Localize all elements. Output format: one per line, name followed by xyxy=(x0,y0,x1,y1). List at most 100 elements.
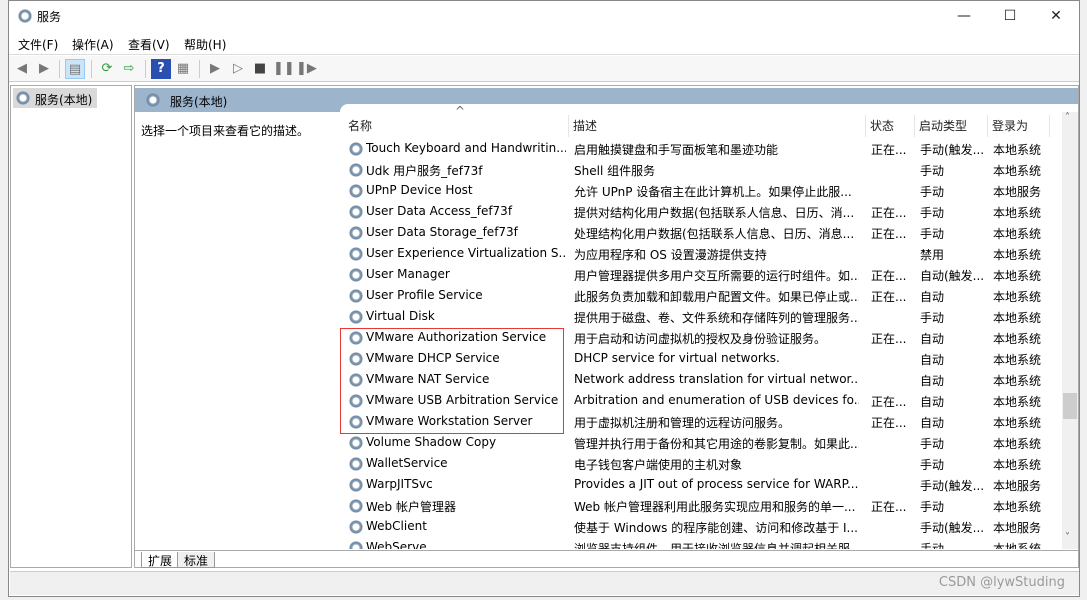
scroll-down-icon[interactable]: ˅ xyxy=(1065,532,1070,543)
column-header-status[interactable]: 状态 xyxy=(866,115,915,137)
service-log-on-as: 本地系统 xyxy=(993,416,1042,430)
table-row[interactable]: Volume Shadow Copy 管理并执行用于备份和其它用途的卷影复制。如果… xyxy=(340,433,1062,454)
service-startup-type: 手动 xyxy=(920,458,945,472)
table-row[interactable]: User Manager 用户管理器提供多用户交互所需要的运行时组件。如... 正在… xyxy=(340,265,1062,286)
service-startup-type: 自动 xyxy=(920,290,945,304)
service-status: 正在... xyxy=(871,206,907,220)
maximize-button[interactable]: ☐ xyxy=(987,1,1033,31)
stop-icon[interactable]: ■ xyxy=(250,59,270,79)
resume-icon[interactable]: ❚▶ xyxy=(296,59,317,79)
service-startup-type: 手动 xyxy=(920,185,945,199)
service-description: 启用触摸键盘和手写面板笔和墨迹功能 xyxy=(574,143,779,157)
service-status: 正在... xyxy=(871,269,907,283)
service-description: Network address translation for virtual … xyxy=(574,372,859,386)
minimize-button[interactable]: — xyxy=(941,1,987,31)
status-bar: CSDN @lywStuding xyxy=(10,571,1079,595)
services-gear-icon xyxy=(145,92,161,108)
service-log-on-as: 本地系统 xyxy=(993,248,1042,262)
refresh-icon[interactable]: ⟳ xyxy=(97,59,117,79)
column-header-log-on-as[interactable]: 登录为 xyxy=(988,115,1050,137)
service-startup-type: 禁用 xyxy=(920,248,945,262)
service-description: 此服务负责加载和卸载用户配置文件。如果已停止或... xyxy=(574,290,859,304)
service-description: 提供对结构化用户数据(包括联系人信息、日历、消... xyxy=(574,206,855,220)
service-description: Provides a JIT out of process service fo… xyxy=(574,477,859,491)
service-startup-type: 自动 xyxy=(920,416,945,430)
column-header-startup-type[interactable]: 启动类型 xyxy=(915,115,988,137)
column-header-description[interactable]: 描述 xyxy=(569,115,866,137)
service-log-on-as: 本地系统 xyxy=(993,227,1042,241)
table-row[interactable]: Virtual Disk 提供用于磁盘、卷、文件系统和存储阵列的管理服务... 手动… xyxy=(340,307,1062,328)
service-name: WebServe xyxy=(366,540,427,549)
title-bar: 服务 — ☐ ✕ xyxy=(9,1,1079,31)
service-gear-icon xyxy=(348,288,364,304)
service-description: Shell 组件服务 xyxy=(574,164,656,178)
start-alt-icon[interactable]: ▷ xyxy=(228,59,248,79)
start-icon[interactable]: ▶ xyxy=(205,59,225,79)
table-row[interactable]: Touch Keyboard and Handwritin... 启用触摸键盘和手… xyxy=(340,139,1062,160)
service-startup-type: 自动 xyxy=(920,374,945,388)
service-name: WarpJITSvc xyxy=(366,477,433,491)
vertical-scrollbar[interactable]: ˄ ˅ xyxy=(1062,112,1078,549)
table-row[interactable]: User Profile Service 此服务负责加载和卸载用户配置文件。如果已… xyxy=(340,286,1062,307)
table-row[interactable]: User Data Access_fef73f 提供对结构化用户数据(包括联系人信… xyxy=(340,202,1062,223)
back-arrow-icon[interactable]: ◀ xyxy=(12,59,32,79)
scrollbar-thumb[interactable] xyxy=(1063,393,1077,419)
service-gear-icon xyxy=(348,456,364,472)
table-row[interactable]: User Data Storage_fef73f 处理结构化用户数据(包括联系人信… xyxy=(340,223,1062,244)
menu-action[interactable]: 操作(A) xyxy=(72,36,114,53)
pause-icon[interactable]: ❚❚ xyxy=(273,59,295,79)
services-window: 服务 — ☐ ✕ 文件(F) 操作(A) 查看(V) 帮助(H) ◀ ▶ ▤ ⟳… xyxy=(8,0,1080,597)
service-startup-type: 手动 xyxy=(920,311,945,325)
help-icon[interactable]: ? xyxy=(151,59,171,79)
service-log-on-as: 本地系统 xyxy=(993,143,1042,157)
tab-extended[interactable]: 扩展 xyxy=(141,552,180,568)
service-log-on-as: 本地系统 xyxy=(993,395,1042,409)
service-log-on-as: 本地服务 xyxy=(993,479,1042,493)
service-gear-icon xyxy=(348,309,364,325)
service-description: 用于启动和访问虚拟机的授权及身份验证服务。 xyxy=(574,332,827,346)
toolbar: ◀ ▶ ▤ ⟳ ⇨ ? ▦ ▶ ▷ ■ ❚❚ ❚▶ xyxy=(9,56,1079,82)
service-startup-type: 手动(触发... xyxy=(920,143,985,157)
menu-view[interactable]: 查看(V) xyxy=(128,36,170,53)
tab-standard[interactable]: 标准 xyxy=(177,552,216,568)
service-startup-type: 手动 xyxy=(920,542,945,549)
service-gear-icon xyxy=(348,162,364,178)
service-name: User Data Access_fef73f xyxy=(366,204,513,218)
toolbar-separator xyxy=(59,60,60,78)
service-startup-type: 自动 xyxy=(920,353,945,367)
service-description: Arbitration and enumeration of USB devic… xyxy=(574,393,859,407)
table-row[interactable]: WalletService 电子钱包客户端使用的主机对象 手动 本地系统 xyxy=(340,454,1062,475)
column-header-name[interactable]: 名称 xyxy=(344,115,569,137)
table-row[interactable]: User Experience Virtualization S... 为应用程序… xyxy=(340,244,1062,265)
forward-arrow-icon[interactable]: ▶ xyxy=(34,59,54,79)
toolbar-separator xyxy=(91,60,92,78)
close-button[interactable]: ✕ xyxy=(1033,1,1079,31)
table-row[interactable]: WarpJITSvc Provides a JIT out of process … xyxy=(340,475,1062,496)
show-hide-console-tree-icon[interactable]: ▤ xyxy=(65,59,85,79)
service-description: 处理结构化用户数据(包括联系人信息、日历、消息... xyxy=(574,227,855,241)
service-gear-icon xyxy=(348,435,364,451)
window-title: 服务 xyxy=(37,10,62,24)
service-status: 正在... xyxy=(871,416,907,430)
table-row[interactable]: UPnP Device Host 允许 UPnP 设备宿主在此计算机上。如果停止此… xyxy=(340,181,1062,202)
service-startup-type: 手动 xyxy=(920,206,945,220)
tree-item-services-local[interactable]: 服务(本地) xyxy=(13,88,97,108)
toolbar-separator xyxy=(145,60,146,78)
menu-help[interactable]: 帮助(H) xyxy=(184,36,226,53)
details-pane: 服务(本地) 选择一个项目来查看它的描述。 ^ 名称 描述 状态 启动类型 登录… xyxy=(134,85,1079,568)
table-row[interactable]: WebClient 使基于 Windows 的程序能创建、访问和修改基于 I...… xyxy=(340,517,1062,538)
watermark: CSDN @lywStuding xyxy=(938,575,1065,590)
service-gear-icon xyxy=(348,540,364,549)
table-row[interactable]: Udk 用户服务_fef73f Shell 组件服务 手动 本地系统 xyxy=(340,160,1062,181)
table-row[interactable]: Web 帐户管理器 Web 帐户管理器利用此服务实现应用和服务的单一... 正在..… xyxy=(340,496,1062,517)
services-table: ^ 名称 描述 状态 启动类型 登录为 Touch Keyboard and H… xyxy=(340,104,1078,549)
service-log-on-as: 本地系统 xyxy=(993,206,1042,220)
service-description: 用于虚拟机注册和管理的远程访问服务。 xyxy=(574,416,791,430)
properties-icon[interactable]: ▦ xyxy=(173,59,193,79)
service-name: WalletService xyxy=(366,456,448,470)
export-list-icon[interactable]: ⇨ xyxy=(119,59,139,79)
menu-file[interactable]: 文件(F) xyxy=(18,36,58,53)
service-log-on-as: 本地系统 xyxy=(993,332,1042,346)
table-row[interactable]: WebServe 浏览器支持组件，用于接收浏览器信息并调起相关服 手动 本地系统 xyxy=(340,538,1062,549)
scroll-up-icon[interactable]: ˄ xyxy=(1065,112,1070,123)
